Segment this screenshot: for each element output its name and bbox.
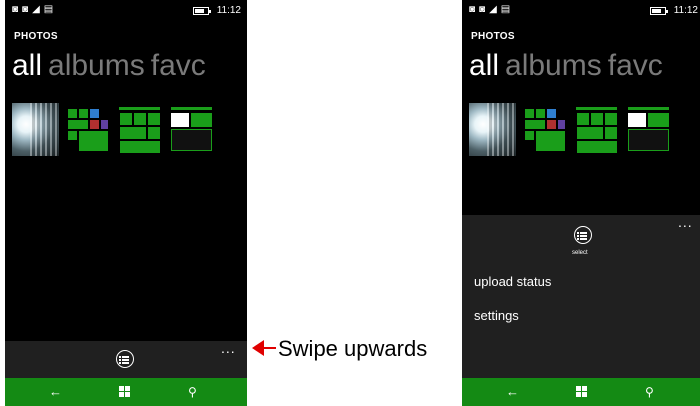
screenshot-thumbnail[interactable] bbox=[625, 103, 672, 156]
select-label: select bbox=[572, 250, 588, 256]
tab-albums[interactable]: albums bbox=[505, 49, 602, 82]
signal-icon: ◙ bbox=[479, 4, 486, 15]
battery-icon bbox=[650, 7, 668, 15]
tab-albums[interactable]: albums bbox=[48, 49, 145, 82]
navigation-bar: ← ⚲ bbox=[462, 378, 700, 406]
pivot-header: all albums favc bbox=[12, 46, 212, 86]
windows-icon[interactable] bbox=[576, 386, 588, 398]
tab-all[interactable]: all bbox=[469, 49, 499, 82]
search-icon[interactable]: ⚲ bbox=[645, 385, 654, 399]
photo-grid bbox=[469, 103, 672, 156]
tab-all[interactable]: all bbox=[12, 49, 42, 82]
app-title: PHOTOS bbox=[471, 31, 515, 42]
screenshot-thumbnail[interactable] bbox=[521, 103, 568, 156]
photo-thumbnail[interactable] bbox=[469, 103, 516, 156]
phone-screen-collapsed: ◙ ◙ ◢ ▤ 11:12 PHOTOS all albums favc ...… bbox=[5, 0, 247, 406]
tab-favorites[interactable]: favc bbox=[608, 49, 663, 82]
app-bar-expanded: ... select upload status settings bbox=[462, 215, 700, 378]
battery-icon bbox=[193, 7, 211, 15]
photo-thumbnail[interactable] bbox=[12, 103, 59, 156]
red-arrow-shaft bbox=[262, 347, 276, 349]
select-icon[interactable] bbox=[116, 350, 134, 368]
status-bar: ◙ ◙ ◢ ▤ 11:12 bbox=[462, 0, 700, 24]
screenshot-thumbnail[interactable] bbox=[573, 103, 620, 156]
more-options-button[interactable]: ... bbox=[221, 341, 236, 355]
message-icon: ▤ bbox=[500, 4, 511, 15]
signal-icon: ◙ bbox=[12, 4, 19, 15]
back-arrow-icon[interactable]: ← bbox=[49, 384, 62, 399]
annotation-text: Swipe upwards bbox=[278, 336, 428, 361]
photo-grid bbox=[12, 103, 215, 156]
tab-favorites[interactable]: favc bbox=[151, 49, 206, 82]
screenshot-thumbnail[interactable] bbox=[116, 103, 163, 156]
menu-item-settings[interactable]: settings bbox=[474, 308, 519, 323]
navigation-bar: ← ⚲ bbox=[5, 378, 247, 406]
back-arrow-icon[interactable]: ← bbox=[506, 384, 519, 399]
windows-icon[interactable] bbox=[119, 386, 131, 398]
select-icon[interactable] bbox=[574, 226, 592, 244]
app-title: PHOTOS bbox=[14, 31, 58, 42]
screenshot-thumbnail[interactable] bbox=[168, 103, 215, 156]
more-options-button[interactable]: ... bbox=[678, 215, 693, 229]
screenshot-thumbnail[interactable] bbox=[64, 103, 111, 156]
signal-icon: ◙ bbox=[22, 4, 29, 15]
wifi-icon: ◢ bbox=[32, 4, 40, 15]
wifi-icon: ◢ bbox=[489, 4, 497, 15]
pivot-header: all albums favc bbox=[469, 46, 669, 86]
app-bar-collapsed[interactable]: ... bbox=[5, 341, 247, 378]
status-time: 11:12 bbox=[673, 5, 698, 16]
search-icon[interactable]: ⚲ bbox=[188, 385, 197, 399]
menu-item-upload-status[interactable]: upload status bbox=[474, 274, 551, 289]
status-bar: ◙ ◙ ◢ ▤ 11:12 bbox=[5, 0, 247, 24]
status-time: 11:12 bbox=[216, 5, 241, 16]
signal-icon: ◙ bbox=[469, 4, 476, 15]
swipe-annotation: Swipe upwards bbox=[252, 334, 452, 364]
message-icon: ▤ bbox=[43, 4, 54, 15]
phone-screen-expanded: ◙ ◙ ◢ ▤ 11:12 PHOTOS all albums favc ...… bbox=[462, 0, 700, 406]
